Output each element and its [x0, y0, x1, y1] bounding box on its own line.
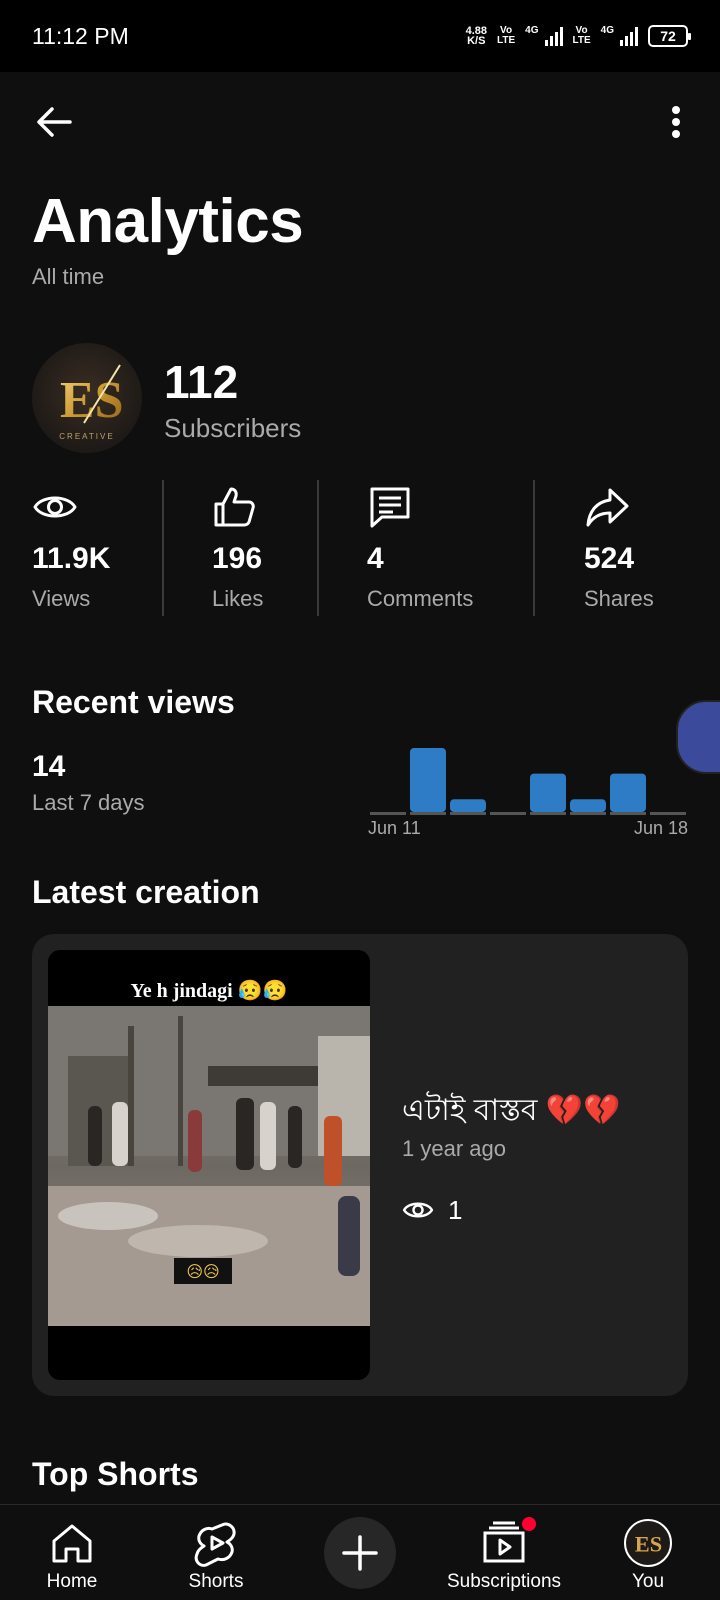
- network-speed: 4.88 K/S: [466, 26, 487, 47]
- chart-baseline-segment: [450, 812, 486, 815]
- more-vert-icon: [672, 106, 680, 138]
- stat-shares-value: 524: [584, 542, 635, 575]
- page-title: Analytics: [32, 187, 304, 256]
- nav-home[interactable]: Home: [2, 1505, 142, 1600]
- stat-comments-value: 4: [367, 542, 384, 575]
- video-views: 1: [402, 1194, 462, 1226]
- you-avatar: ES: [624, 1519, 672, 1567]
- thumbnail-caption: Ye h jindagi 😥😥: [130, 980, 288, 1002]
- thumbnail-scene-image: 😥😥: [48, 1006, 370, 1326]
- stats-row: 11.9K Views 196 Likes 4 Comments 524 Sha…: [0, 478, 720, 618]
- battery-level: 72: [660, 28, 676, 44]
- video-title: এটাই বাস্তব 💔💔: [402, 1094, 621, 1127]
- plus-icon: [342, 1535, 378, 1571]
- stat-divider: [533, 480, 535, 616]
- network-speed-unit: K/S: [467, 35, 486, 47]
- nav-subscriptions-label: Subscriptions: [446, 1571, 562, 1592]
- signal-strength-2-icon: [620, 26, 638, 46]
- eye-icon: [402, 1202, 434, 1218]
- chart-baseline-segment: [650, 812, 686, 815]
- volte-1-bottom: LTE: [497, 35, 516, 46]
- chart-bar: [610, 773, 646, 812]
- share-icon: [586, 488, 629, 527]
- top-app-bar: [0, 72, 720, 168]
- subscriber-label: Subscribers: [164, 413, 302, 443]
- back-arrow-icon: [37, 107, 72, 137]
- stat-views-value: 11.9K: [32, 542, 111, 575]
- chart-bar: [530, 773, 566, 812]
- date-range-label: All time: [32, 264, 105, 289]
- shorts-icon: [194, 1522, 236, 1567]
- stat-views-label: Views: [32, 586, 91, 611]
- video-views-count: 1: [448, 1194, 463, 1225]
- logo-tag: CREATIVE: [59, 432, 114, 441]
- volte-indicator-1: Vo LTE: [497, 26, 515, 46]
- recent-views-heading: Recent views: [32, 684, 235, 720]
- chart-baseline-segment: [610, 812, 646, 815]
- eye-icon: [33, 496, 77, 518]
- battery-icon: 72: [648, 25, 691, 47]
- chart-baseline-segment: [530, 812, 566, 815]
- nav-shorts[interactable]: Shorts: [146, 1505, 286, 1600]
- latest-creation-card[interactable]: Ye h jindagi 😥😥 😥😥 এটাই বাস্তব 💔💔 1 year…: [32, 934, 688, 1396]
- create-button[interactable]: [324, 1517, 396, 1589]
- nav-you[interactable]: ES You: [578, 1505, 718, 1600]
- bottom-navigation: Home Shorts Subscriptions ES You: [0, 1504, 720, 1600]
- status-icons: 4.88 K/S Vo LTE 4G Vo LTE 4G 72: [466, 25, 691, 47]
- channel-logo-icon: ES: [635, 1531, 662, 1556]
- chart-baseline-segment: [490, 812, 526, 815]
- thumbnail-overlay-text: 😥😥: [186, 1264, 219, 1281]
- analytics-screen: 11:12 PM 4.88 K/S Vo LTE 4G Vo LTE 4G 72…: [0, 0, 720, 1600]
- chart-x-tick-label: Jun 11: [368, 818, 421, 838]
- nav-home-label: Home: [46, 1571, 98, 1592]
- stat-likes-value: 196: [212, 542, 263, 575]
- stat-shares-label: Shares: [584, 586, 654, 611]
- subscriptions-icon: [483, 1521, 525, 1563]
- stat-comments-label: Comments: [367, 586, 474, 611]
- volte-2-bottom: LTE: [572, 35, 591, 46]
- nav-shorts-label: Shorts: [188, 1571, 244, 1592]
- recent-views-chart[interactable]: Jun 11 Jun 18: [368, 740, 688, 840]
- chart-bar: [410, 748, 446, 812]
- chart-x-tick-label: Jun 18: [634, 818, 688, 838]
- stat-divider: [317, 480, 319, 616]
- channel-logo-icon: ES CREATIVE: [59, 364, 124, 441]
- chart-bar: [570, 799, 606, 812]
- volte-indicator-2: Vo LTE: [573, 26, 591, 46]
- top-shorts-heading: Top Shorts: [32, 1456, 199, 1492]
- video-thumbnail[interactable]: Ye h jindagi 😥😥 😥😥: [48, 950, 370, 1380]
- status-time: 11:12 PM: [32, 22, 129, 49]
- comment-icon: [370, 487, 410, 528]
- stat-likes-label: Likes: [212, 586, 264, 611]
- signal-2-label: 4G: [600, 25, 614, 36]
- chart-bar: [450, 799, 486, 812]
- latest-creation-heading: Latest creation: [32, 874, 260, 910]
- stat-divider: [162, 480, 164, 616]
- notification-dot: [522, 1517, 536, 1531]
- logo-mark: ES: [60, 372, 124, 429]
- you-logo-mark: ES: [635, 1531, 662, 1556]
- back-button[interactable]: [30, 98, 78, 146]
- recent-views-value: 14: [32, 750, 66, 783]
- chart-baseline-segment: [410, 812, 446, 815]
- subscriber-count: 112: [164, 356, 239, 408]
- signal-1-label: 4G: [525, 25, 539, 36]
- status-bar: 11:12 PM 4.88 K/S Vo LTE 4G Vo LTE 4G 72: [0, 0, 720, 72]
- nav-subscriptions[interactable]: Subscriptions: [434, 1505, 574, 1600]
- floating-side-tab[interactable]: [676, 700, 720, 774]
- nav-you-label: You: [631, 1571, 665, 1592]
- chart-baseline-segment: [570, 812, 606, 815]
- thumbs-up-icon: [214, 487, 255, 527]
- channel-avatar[interactable]: ES CREATIVE: [32, 343, 142, 453]
- video-time-ago: 1 year ago: [402, 1136, 506, 1161]
- chart-baseline-segment: [370, 812, 406, 815]
- more-options-button[interactable]: [664, 98, 688, 146]
- signal-strength-1-icon: [544, 26, 563, 46]
- home-icon: [52, 1524, 92, 1563]
- recent-views-period: Last 7 days: [32, 790, 145, 815]
